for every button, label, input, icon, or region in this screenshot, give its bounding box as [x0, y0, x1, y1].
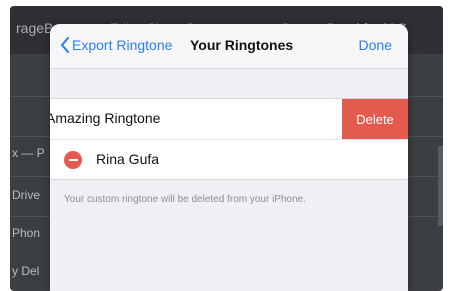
footer-note: Your custom ringtone will be deleted fro…: [64, 194, 306, 205]
list-item[interactable]: Amazing Ringtone Delete: [50, 99, 408, 140]
done-button[interactable]: Done: [359, 37, 392, 53]
background-side-item: y Del: [12, 264, 40, 278]
minus-circle-icon[interactable]: [64, 151, 82, 169]
background-side-item: Phon: [12, 226, 41, 240]
back-button[interactable]: Export Ringtone: [60, 37, 172, 53]
navigation-bar: Export Ringtone Your Ringtones Done: [50, 24, 408, 69]
ringtone-name: Rina Gufa: [96, 151, 160, 167]
delete-button[interactable]: Delete: [342, 99, 408, 139]
page-title: Your Ringtones: [190, 37, 294, 53]
screen: rageBa Edit < Share Setup GarageBand for…: [0, 0, 450, 291]
chevron-left-icon: [61, 37, 69, 53]
back-button-label: Export Ringtone: [72, 37, 173, 53]
list-item[interactable]: Rina Gufa: [50, 139, 408, 179]
background-side-item: Drive: [12, 188, 41, 202]
ringtone-list: Amazing Ringtone Delete Rina Gufa: [50, 98, 408, 180]
background-right-strip: [438, 146, 443, 226]
ringtone-name: Amazing Ringtone: [50, 110, 161, 126]
ringtones-sheet: Export Ringtone Your Ringtones Done Amaz…: [50, 24, 408, 291]
background-side-item: x — P: [12, 146, 45, 160]
